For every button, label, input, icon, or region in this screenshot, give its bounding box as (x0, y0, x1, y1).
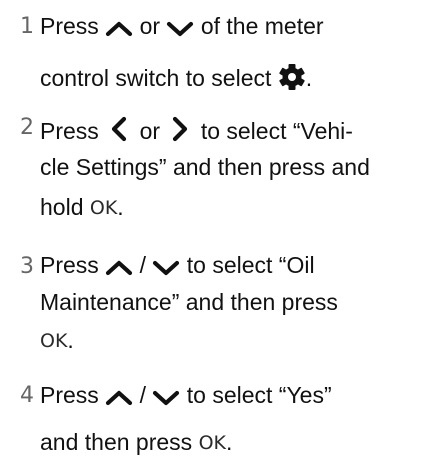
text-line: and then press (40, 429, 193, 455)
step-2-line-2: cle Settings” and then press and (40, 156, 370, 179)
step-4-line-2: and then press OK. (40, 431, 232, 454)
text-press: Press (40, 382, 99, 408)
step-2-line-1: Press or to select “Vehi- (40, 116, 353, 143)
step-number: 2 (20, 115, 34, 140)
text-period: . (117, 194, 124, 220)
chevron-down-icon (152, 260, 180, 276)
ok-button-label: OK (40, 330, 68, 352)
chevron-left-icon (111, 116, 127, 142)
instruction-steps: 1 Press or of the meter control switch t… (0, 0, 435, 461)
text-period: . (305, 65, 313, 91)
text-press: Press (40, 118, 99, 144)
text-line: cle Settings” and then press and (40, 154, 370, 180)
chevron-right-icon (172, 116, 188, 142)
text-line-end: to select “Yes” (186, 382, 332, 408)
step-number: 1 (20, 14, 34, 39)
ok-button-label: OK (198, 432, 226, 454)
text-line-end: of the meter (200, 13, 324, 39)
step-number: 3 (20, 254, 34, 279)
text-or: or (139, 13, 161, 39)
text-press: Press (40, 13, 99, 39)
step-2-line-3: hold OK. (40, 196, 124, 219)
ok-button-label: OK (89, 197, 118, 219)
chevron-up-icon (105, 260, 133, 276)
text-slash: / (139, 252, 146, 278)
step-3-line-1: Press / to select “Oil (40, 254, 315, 277)
text-line-end: to select “Vehi- (200, 118, 353, 144)
text-period: . (67, 327, 74, 353)
text-line: control switch to select (40, 65, 272, 91)
text-press: Press (40, 252, 99, 278)
text-line: Maintenance” and then press (40, 289, 338, 315)
chevron-up-icon (105, 21, 133, 37)
step-number: 4 (20, 383, 34, 408)
step-1-line-2: control switch to select . (40, 63, 312, 91)
text-line-end: to select “Oil (186, 252, 315, 278)
text-slash: / (139, 382, 146, 408)
chevron-up-icon (105, 390, 133, 406)
chevron-down-icon (152, 390, 180, 406)
step-1-line-1: Press or of the meter (40, 15, 324, 38)
text-hold: hold (40, 194, 84, 220)
text-or: or (139, 118, 161, 144)
gear-icon (278, 63, 306, 91)
chevron-down-icon (166, 21, 194, 37)
text-period: . (225, 429, 233, 455)
step-4-line-1: Press / to select “Yes” (40, 384, 332, 407)
step-3-line-2: Maintenance” and then press (40, 291, 338, 314)
step-3-line-3: OK. (40, 329, 74, 352)
